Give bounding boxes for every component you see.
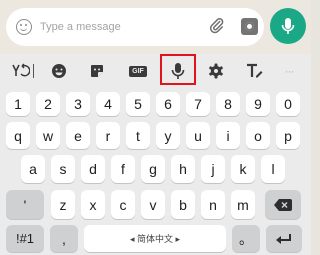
key-y[interactable]: y	[156, 122, 180, 149]
gif-label: GIF	[129, 65, 147, 77]
key-i[interactable]: i	[216, 122, 240, 149]
key-m[interactable]: m	[231, 190, 255, 219]
key-o[interactable]: o	[246, 122, 270, 149]
comma-key[interactable]: ,	[50, 225, 78, 252]
key-k[interactable]: k	[231, 155, 255, 183]
camera-icon[interactable]	[241, 18, 258, 35]
gear-icon[interactable]	[207, 62, 225, 80]
message-input[interactable]	[40, 18, 200, 36]
key-6[interactable]: 6	[156, 92, 180, 116]
key-s[interactable]: s	[51, 155, 75, 183]
key-d[interactable]: d	[81, 155, 105, 183]
message-field[interactable]	[6, 8, 264, 46]
emoji-icon[interactable]	[50, 62, 68, 80]
key-t[interactable]: t	[126, 122, 150, 149]
backspace-icon	[274, 198, 292, 211]
microphone-icon	[281, 18, 295, 34]
key-1[interactable]: 1	[6, 92, 30, 116]
toolbar-divider	[33, 64, 34, 78]
voice-input-highlight	[160, 54, 196, 85]
translate-icon[interactable]	[10, 62, 30, 80]
key-c[interactable]: c	[111, 190, 135, 219]
period-key[interactable]: 。	[232, 225, 260, 252]
key-h[interactable]: h	[171, 155, 195, 183]
sticker-icon[interactable]	[88, 62, 106, 80]
symbols-key[interactable]: !#1	[6, 225, 44, 252]
key-e[interactable]: e	[66, 122, 90, 149]
backspace-key[interactable]	[265, 190, 301, 219]
more-label: ···	[284, 64, 295, 78]
key-8[interactable]: 8	[216, 92, 240, 116]
key-a[interactable]: a	[21, 155, 45, 183]
key-2[interactable]: 2	[36, 92, 60, 116]
voice-message-button[interactable]	[270, 8, 306, 44]
keyboard: GIF ··· 1 2 3 4 5 6 7 8 9 0 q w e r t y …	[0, 54, 311, 255]
key-apostrophe[interactable]: '	[6, 190, 44, 219]
text-style-icon[interactable]	[244, 62, 264, 80]
gif-button[interactable]: GIF	[128, 62, 148, 80]
smiley-icon[interactable]	[16, 19, 32, 35]
paperclip-icon[interactable]	[204, 13, 232, 41]
enter-icon	[276, 233, 291, 244]
key-v[interactable]: v	[141, 190, 165, 219]
key-q[interactable]: q	[6, 122, 30, 149]
key-u[interactable]: u	[186, 122, 210, 149]
key-w[interactable]: w	[36, 122, 60, 149]
key-l[interactable]: l	[261, 155, 285, 183]
key-7[interactable]: 7	[186, 92, 210, 116]
key-3[interactable]: 3	[66, 92, 90, 116]
key-j[interactable]: j	[201, 155, 225, 183]
key-4[interactable]: 4	[96, 92, 120, 116]
more-options-button[interactable]: ···	[280, 62, 298, 80]
key-r[interactable]: r	[96, 122, 120, 149]
message-composer	[0, 0, 311, 54]
key-p[interactable]: p	[276, 122, 300, 149]
key-0[interactable]: 0	[276, 92, 300, 116]
key-9[interactable]: 9	[246, 92, 270, 116]
key-z[interactable]: z	[51, 190, 75, 219]
key-n[interactable]: n	[201, 190, 225, 219]
key-g[interactable]: g	[141, 155, 165, 183]
keyboard-toolbar: GIF ···	[0, 54, 311, 86]
enter-key[interactable]	[266, 225, 302, 252]
key-f[interactable]: f	[111, 155, 135, 183]
key-b[interactable]: b	[171, 190, 195, 219]
space-key[interactable]: ◂ 简体中文 ▸	[84, 225, 226, 252]
key-x[interactable]: x	[81, 190, 105, 219]
key-5[interactable]: 5	[126, 92, 150, 116]
